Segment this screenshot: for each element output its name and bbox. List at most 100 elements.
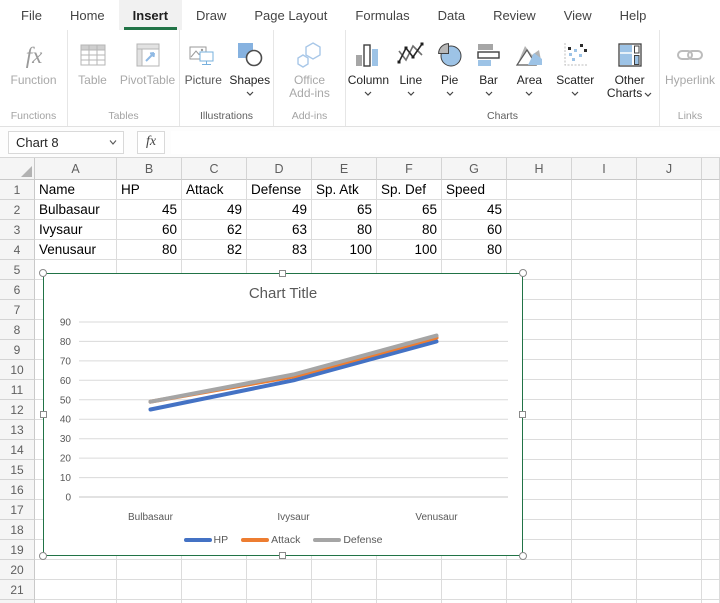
column-header-d[interactable]: D (247, 158, 312, 180)
cell-B2[interactable]: 45 (117, 200, 182, 220)
cell-J10[interactable] (637, 360, 702, 380)
row-header-4[interactable]: 4 (0, 240, 35, 260)
chart-resize-handle-right[interactable] (519, 411, 526, 418)
cell-D4[interactable]: 83 (247, 240, 312, 260)
tab-data[interactable]: Data (424, 0, 479, 30)
cell-J18[interactable] (637, 520, 702, 540)
cell-D3[interactable]: 63 (247, 220, 312, 240)
cell-J20[interactable] (637, 560, 702, 580)
cell-G1[interactable]: Speed (442, 180, 507, 200)
cell-F2[interactable]: 65 (377, 200, 442, 220)
office-addins-button[interactable]: Office Add-ins (283, 36, 337, 110)
cell-I5[interactable] (572, 260, 637, 280)
row-header-16[interactable]: 16 (0, 480, 35, 500)
row-header-8[interactable]: 8 (0, 320, 35, 340)
cell-E3[interactable]: 80 (312, 220, 377, 240)
insert-function-button[interactable]: fx (137, 131, 165, 154)
column-header-e[interactable]: E (312, 158, 377, 180)
cell-A1[interactable]: Name (35, 180, 117, 200)
tab-draw[interactable]: Draw (182, 0, 240, 30)
chart-resize-handle-top-right[interactable] (519, 269, 527, 277)
cell-B4[interactable]: 80 (117, 240, 182, 260)
chart-resize-handle-bottom-left[interactable] (39, 552, 47, 560)
cell-partial-11[interactable] (702, 380, 720, 400)
cell-I21[interactable] (572, 580, 637, 600)
cell-partial-20[interactable] (702, 560, 720, 580)
cell-F20[interactable] (377, 560, 442, 580)
cell-I14[interactable] (572, 440, 637, 460)
cell-J2[interactable] (637, 200, 702, 220)
cell-J1[interactable] (637, 180, 702, 200)
cell-J21[interactable] (637, 580, 702, 600)
other-charts-button[interactable]: Other Charts (600, 36, 659, 110)
cell-I17[interactable] (572, 500, 637, 520)
row-header-10[interactable]: 10 (0, 360, 35, 380)
cell-D1[interactable]: Defense (247, 180, 312, 200)
cell-G21[interactable] (442, 580, 507, 600)
cell-partial-6[interactable] (702, 280, 720, 300)
cell-partial-14[interactable] (702, 440, 720, 460)
column-header-b[interactable]: B (117, 158, 182, 180)
cell-J3[interactable] (637, 220, 702, 240)
chart-resize-handle-left[interactable] (40, 411, 47, 418)
cell-partial-15[interactable] (702, 460, 720, 480)
cell-I1[interactable] (572, 180, 637, 200)
cell-partial-7[interactable] (702, 300, 720, 320)
cell-I19[interactable] (572, 540, 637, 560)
cell-G20[interactable] (442, 560, 507, 580)
row-header-17[interactable]: 17 (0, 500, 35, 520)
row-header-2[interactable]: 2 (0, 200, 35, 220)
row-header-18[interactable]: 18 (0, 520, 35, 540)
legend-item-defense[interactable]: Defense (313, 534, 382, 546)
cell-I15[interactable] (572, 460, 637, 480)
column-header-h[interactable]: H (507, 158, 572, 180)
cell-G3[interactable]: 60 (442, 220, 507, 240)
row-header-9[interactable]: 9 (0, 340, 35, 360)
legend-item-hp[interactable]: HP (184, 534, 229, 546)
cell-J13[interactable] (637, 420, 702, 440)
cell-E21[interactable] (312, 580, 377, 600)
function-button[interactable]: fx Function (10, 36, 56, 110)
cell-partial-4[interactable] (702, 240, 720, 260)
cell-J7[interactable] (637, 300, 702, 320)
cell-J15[interactable] (637, 460, 702, 480)
cell-H2[interactable] (507, 200, 572, 220)
cell-partial-16[interactable] (702, 480, 720, 500)
cell-F4[interactable]: 100 (377, 240, 442, 260)
cell-J6[interactable] (637, 280, 702, 300)
row-header-5[interactable]: 5 (0, 260, 35, 280)
cell-C3[interactable]: 62 (182, 220, 247, 240)
cell-C2[interactable]: 49 (182, 200, 247, 220)
cell-I3[interactable] (572, 220, 637, 240)
cell-I6[interactable] (572, 280, 637, 300)
legend-item-attack[interactable]: Attack (241, 534, 300, 546)
cell-A2[interactable]: Bulbasaur (35, 200, 117, 220)
column-header-a[interactable]: A (35, 158, 117, 180)
chart-resize-handle-bottom-right[interactable] (519, 552, 527, 560)
cell-E4[interactable]: 100 (312, 240, 377, 260)
cell-C21[interactable] (182, 580, 247, 600)
column-chart-button[interactable]: Column (346, 36, 391, 110)
cell-partial-12[interactable] (702, 400, 720, 420)
tab-insert[interactable]: Insert (119, 0, 182, 30)
cell-H1[interactable] (507, 180, 572, 200)
cell-I11[interactable] (572, 380, 637, 400)
column-header-f[interactable]: F (377, 158, 442, 180)
column-header-j[interactable]: J (637, 158, 702, 180)
cell-B3[interactable]: 60 (117, 220, 182, 240)
bar-chart-button[interactable]: Bar (469, 36, 509, 110)
cell-J9[interactable] (637, 340, 702, 360)
cell-B1[interactable]: HP (117, 180, 182, 200)
pivottable-button[interactable]: PivotTable (117, 36, 179, 110)
column-header-i[interactable]: I (572, 158, 637, 180)
row-header-13[interactable]: 13 (0, 420, 35, 440)
tab-file[interactable]: File (7, 0, 56, 30)
cell-I13[interactable] (572, 420, 637, 440)
cell-J5[interactable] (637, 260, 702, 280)
cell-J12[interactable] (637, 400, 702, 420)
cell-E2[interactable]: 65 (312, 200, 377, 220)
cell-J14[interactable] (637, 440, 702, 460)
row-header-12[interactable]: 12 (0, 400, 35, 420)
cell-partial-10[interactable] (702, 360, 720, 380)
cell-J16[interactable] (637, 480, 702, 500)
